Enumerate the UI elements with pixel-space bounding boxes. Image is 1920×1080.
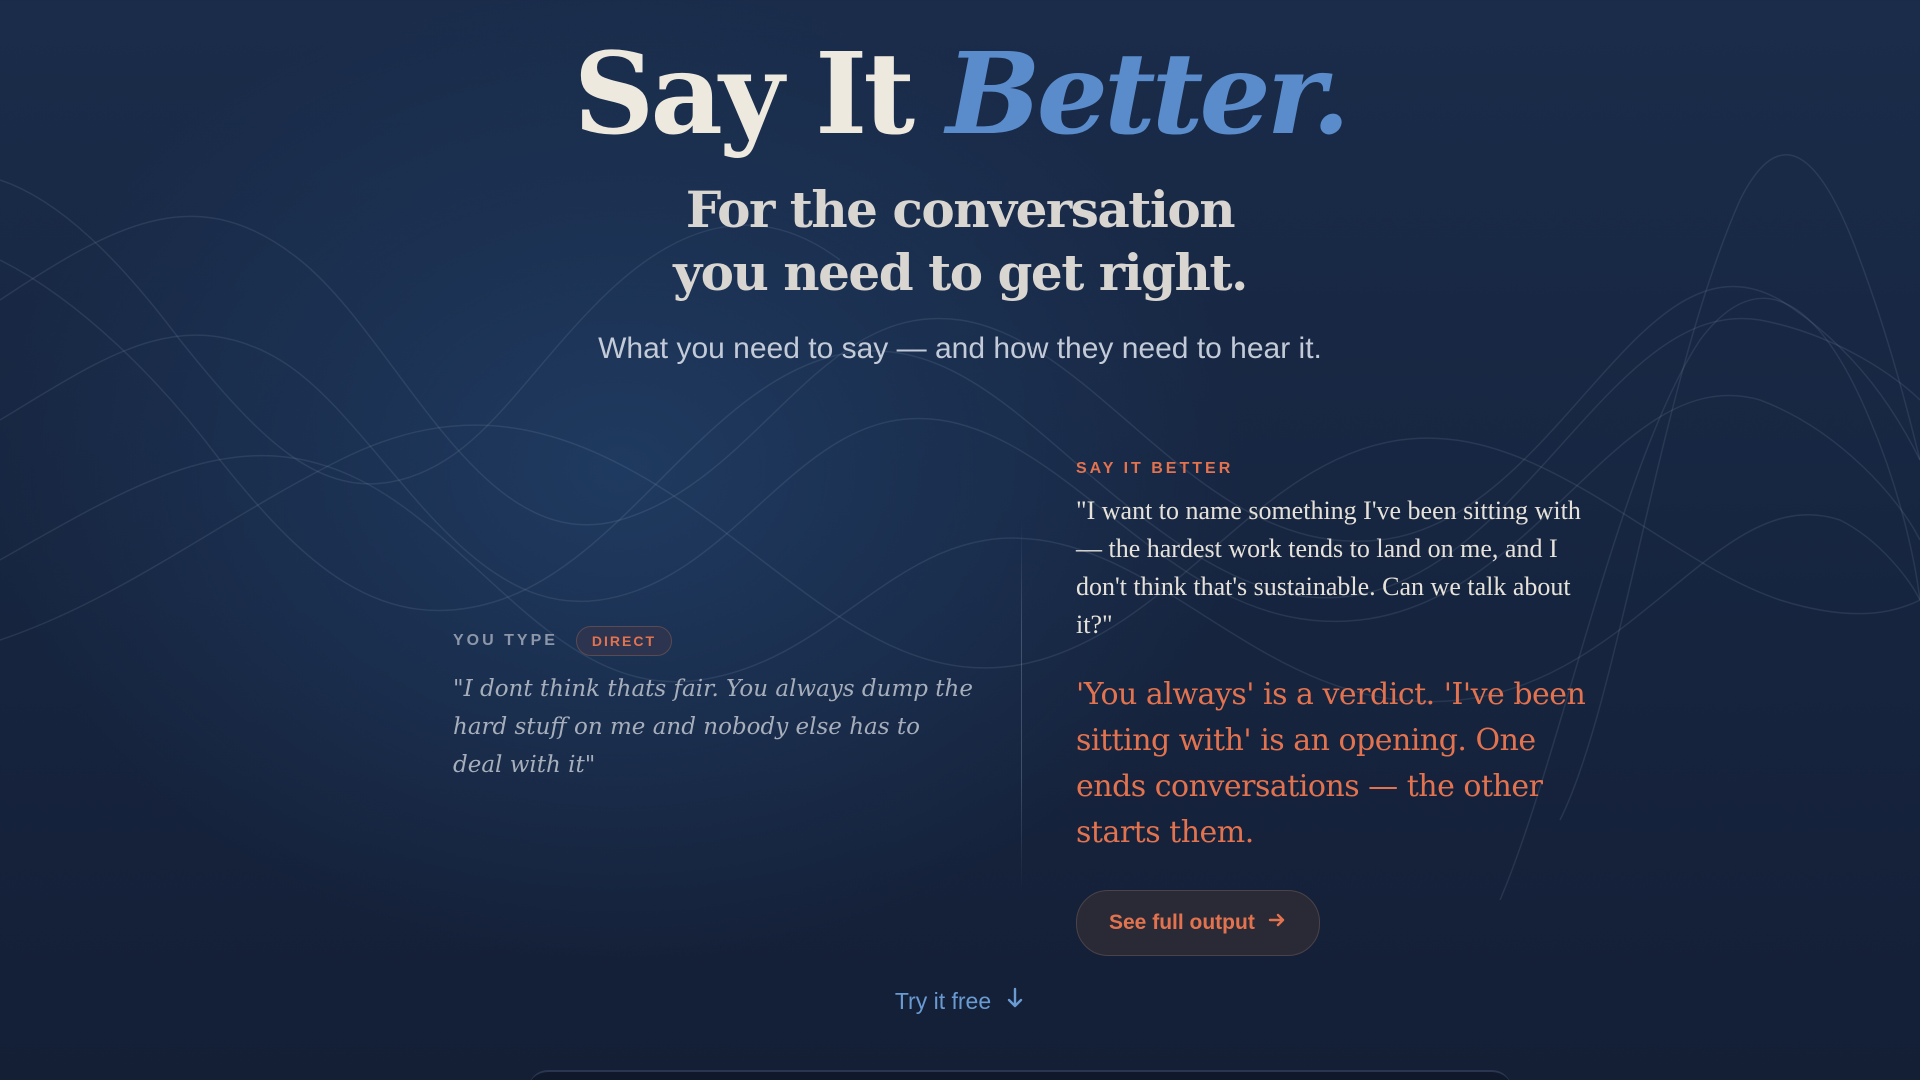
insight-text: 'You always' is a verdict. 'I've been si… <box>1076 677 1586 850</box>
demo-panel-preview <box>528 1070 1512 1080</box>
subheading-line-2: you need to get right. <box>673 243 1248 302</box>
tone-badge: DIRECT <box>575 626 673 656</box>
hero-subheading: For the conversation you need to get rig… <box>0 178 1920 304</box>
arrow-right-icon <box>1267 910 1287 936</box>
hero-title-accent: Better. <box>946 29 1350 160</box>
hero-title-main: Say It <box>573 29 947 160</box>
output-label: SAY IT BETTER <box>1076 460 1234 477</box>
output-text: "I want to name something I've been sitt… <box>1076 496 1581 639</box>
see-full-output-label: See full output <box>1109 911 1255 934</box>
try-it-free-label: Try it free <box>894 987 992 1014</box>
input-label-row: YOU TYPE DIRECT <box>453 626 973 656</box>
input-label: YOU TYPE <box>453 632 558 649</box>
hero-title: Say It Better. <box>0 28 1920 162</box>
input-text: "I dont think thats fair. You always dum… <box>453 676 973 778</box>
see-full-output-button[interactable]: See full output <box>1076 890 1320 956</box>
subheading-line-1: For the conversation <box>685 180 1236 239</box>
output-example: SAY IT BETTER "I want to name something … <box>1076 460 1606 956</box>
arrow-down-icon <box>1005 986 1025 1016</box>
hero-tagline: What you need to say — and how they need… <box>598 332 1322 365</box>
input-example: YOU TYPE DIRECT "I dont think thats fair… <box>453 626 973 784</box>
try-it-free-link[interactable]: Try it free <box>0 986 1920 1016</box>
column-divider <box>1021 520 1022 890</box>
